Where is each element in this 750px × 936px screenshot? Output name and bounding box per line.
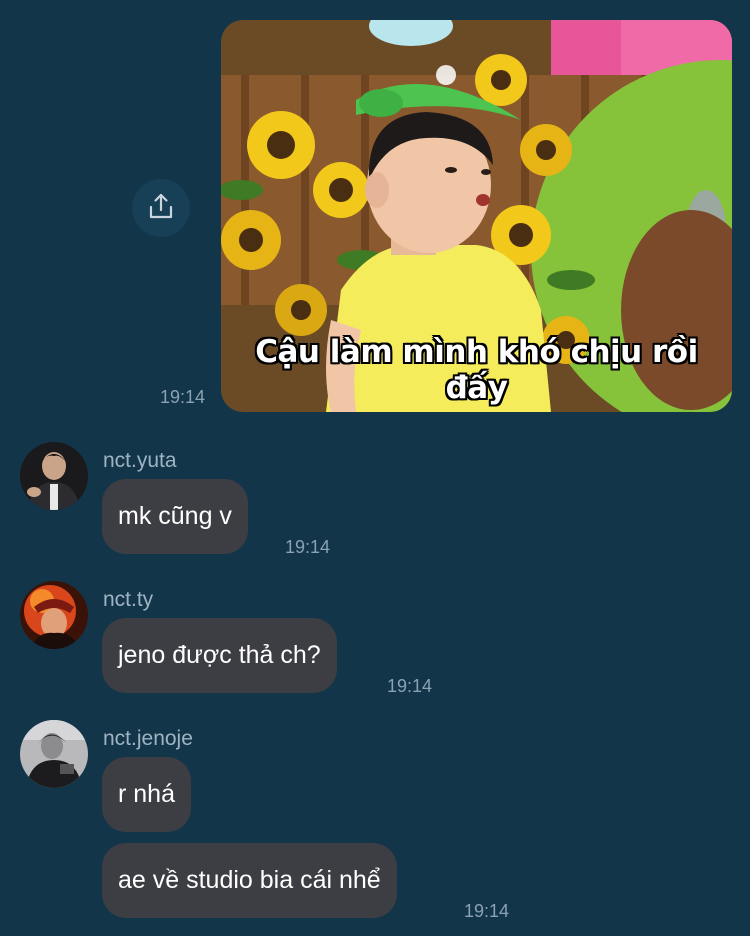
- share-button[interactable]: [132, 179, 190, 237]
- message-timestamp: 19:14: [387, 676, 433, 696]
- message-bubble[interactable]: jeno được thả ch?: [102, 618, 337, 693]
- avatar-nct-yuta[interactable]: [20, 442, 88, 510]
- share-icon: [146, 191, 176, 226]
- shared-media-image[interactable]: Cậu làm mình khó chịu rồi đấy: [221, 20, 732, 412]
- username-label[interactable]: nct.yuta: [103, 449, 177, 473]
- message-bubble[interactable]: ae về studio bia cái nhể: [102, 843, 397, 918]
- message-bubble[interactable]: r nhá: [102, 757, 191, 832]
- message-bubble[interactable]: mk cũng v: [102, 479, 248, 554]
- username-label[interactable]: nct.ty: [103, 588, 153, 612]
- username-label[interactable]: nct.jenoje: [103, 727, 193, 751]
- media-timestamp: 19:14: [160, 387, 206, 407]
- avatar-nct-jenoje[interactable]: [20, 720, 88, 788]
- avatar-nct-ty[interactable]: [20, 581, 88, 649]
- media-caption: Cậu làm mình khó chịu rồi đấy: [255, 334, 698, 406]
- message-timestamp: 19:14: [464, 901, 510, 921]
- message-timestamp: 19:14: [285, 537, 331, 557]
